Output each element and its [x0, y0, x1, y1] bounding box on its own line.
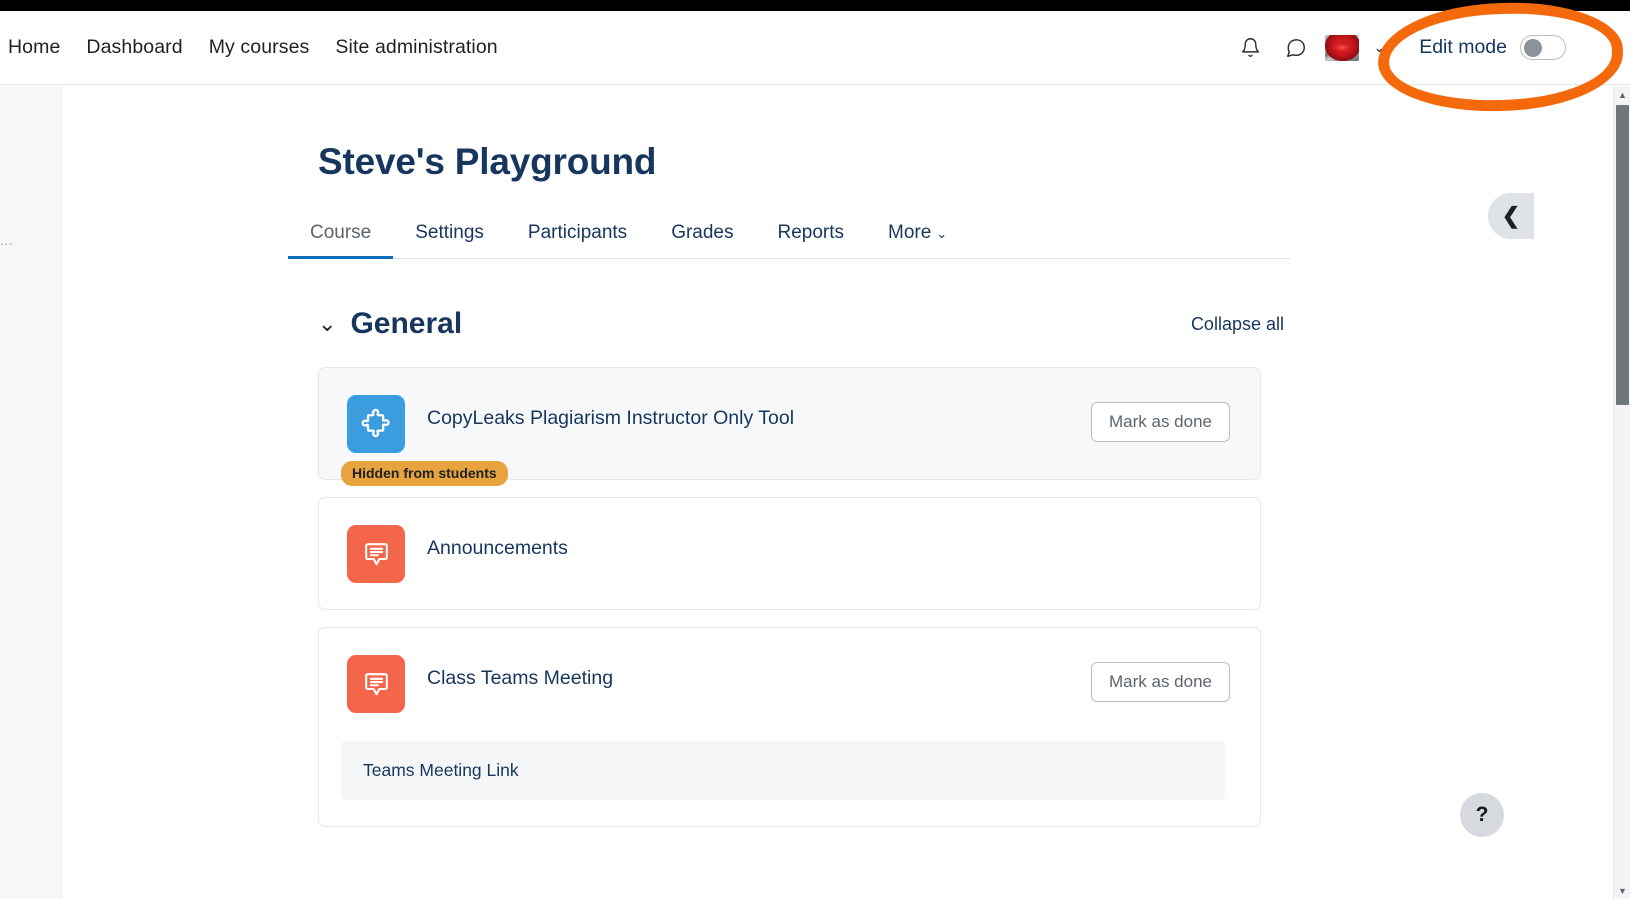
- scrollbar-down-arrow[interactable]: ▼: [1614, 882, 1630, 899]
- tab-reports-label: Reports: [777, 222, 845, 243]
- navbar-user-area: ⌄ Edit mode: [1233, 31, 1630, 65]
- chevron-down-icon-section[interactable]: ⌄: [318, 313, 336, 335]
- activity-icon-external-tool: [347, 395, 405, 453]
- tab-settings-label: Settings: [415, 222, 484, 243]
- activity-list: CopyLeaks Plagiarism Instructor Only Too…: [288, 367, 1298, 827]
- navbar-links: Home Dashboard My courses Site administr…: [0, 36, 498, 59]
- forum-bubble-icon: [364, 672, 388, 695]
- open-block-drawer-button[interactable]: ❮: [1488, 193, 1534, 239]
- puzzle-piece-icon: [361, 408, 390, 438]
- mark-as-done-button[interactable]: Mark as done: [1091, 402, 1230, 442]
- browser-top-strip: [0, 0, 1630, 11]
- avatar[interactable]: [1325, 34, 1360, 61]
- tab-grades-label: Grades: [671, 222, 734, 243]
- edit-mode-toggle-knob: [1524, 38, 1542, 57]
- page-content: Steve's Playground Course Settings Parti…: [63, 86, 1552, 899]
- browser-scrollbar[interactable]: ▲ ▼: [1613, 86, 1630, 899]
- messages-button[interactable]: [1279, 31, 1313, 65]
- forum-bubble-icon: [364, 542, 388, 565]
- nav-my-courses[interactable]: My courses: [209, 36, 310, 59]
- screen-root: Home Dashboard My courses Site administr…: [0, 0, 1630, 899]
- nav-dashboard[interactable]: Dashboard: [86, 36, 182, 59]
- scrollbar-up-arrow[interactable]: ▲: [1614, 86, 1630, 103]
- primary-navbar: Home Dashboard My courses Site administr…: [0, 11, 1630, 85]
- chevron-down-icon: ⌄: [936, 226, 948, 241]
- tab-more-label: More: [888, 222, 932, 243]
- collapse-all-link[interactable]: Collapse all: [1191, 314, 1290, 335]
- scrollbar-thumb[interactable]: [1616, 105, 1629, 405]
- mark-as-done-button[interactable]: Mark as done: [1091, 662, 1230, 702]
- activity-card[interactable]: CopyLeaks Plagiarism Instructor Only Too…: [318, 367, 1261, 486]
- edit-mode-label: Edit mode: [1419, 36, 1507, 58]
- status-badge-hidden: Hidden from students: [341, 461, 508, 486]
- nav-home[interactable]: Home: [8, 36, 60, 59]
- nav-site-administration[interactable]: Site administration: [335, 36, 497, 59]
- message-bubble-icon: [1287, 38, 1306, 57]
- section-header-general: ⌄ General Collapse all: [288, 307, 1290, 341]
- activity-name[interactable]: Class Teams Meeting: [427, 667, 613, 690]
- left-drawer-truncated-text: ...: [0, 232, 14, 248]
- activity-icon-forum: [347, 655, 405, 713]
- activity-main: CopyLeaks Plagiarism Instructor Only Too…: [405, 394, 1091, 430]
- activity-card[interactable]: Class Teams Meeting Mark as done Teams M…: [318, 627, 1261, 827]
- user-menu-caret-icon[interactable]: ⌄: [1373, 39, 1385, 56]
- course-tabbar: Course Settings Participants Grades Repo…: [288, 207, 1290, 259]
- page-title: Steve's Playground: [318, 141, 657, 182]
- tab-more[interactable]: More ⌄: [866, 222, 969, 258]
- edit-mode-toggle[interactable]: [1520, 35, 1566, 60]
- tab-course[interactable]: Course: [288, 222, 394, 259]
- chevron-left-icon: ❮: [1501, 203, 1521, 228]
- tab-grades[interactable]: Grades: [649, 222, 755, 258]
- activity-main: Class Teams Meeting: [405, 654, 1091, 690]
- tab-participants-label: Participants: [527, 222, 628, 243]
- left-drawer-strip[interactable]: ...: [0, 86, 62, 899]
- activity-name[interactable]: CopyLeaks Plagiarism Instructor Only Too…: [427, 407, 794, 430]
- activity-row: Class Teams Meeting Mark as done: [347, 654, 1230, 713]
- tab-course-label: Course: [310, 222, 372, 243]
- question-mark-icon: ?: [1475, 803, 1489, 826]
- notifications-button[interactable]: [1233, 31, 1267, 65]
- tab-participants[interactable]: Participants: [506, 222, 649, 258]
- tab-settings[interactable]: Settings: [393, 222, 506, 258]
- edit-mode-control[interactable]: Edit mode: [1419, 35, 1566, 60]
- tab-reports[interactable]: Reports: [756, 222, 867, 258]
- activity-icon-forum: [347, 525, 405, 583]
- bell-icon: [1241, 38, 1260, 57]
- activity-card[interactable]: Announcements: [318, 497, 1261, 610]
- activity-main: Announcements: [405, 524, 1230, 560]
- section-title: General: [350, 307, 463, 340]
- activity-description: Teams Meeting Link: [341, 741, 1225, 800]
- course-content-column: Steve's Playground Course Settings Parti…: [288, 86, 1298, 844]
- activity-name[interactable]: Announcements: [427, 537, 568, 560]
- help-button[interactable]: ?: [1460, 793, 1504, 837]
